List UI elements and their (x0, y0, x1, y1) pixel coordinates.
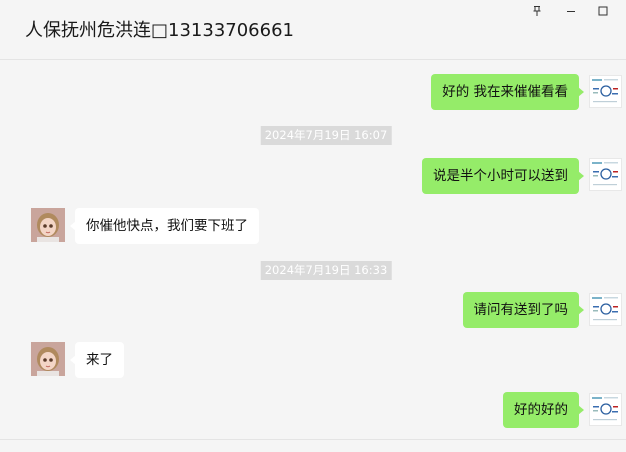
my-avatar[interactable] (589, 75, 622, 108)
minimize-icon[interactable] (560, 3, 582, 19)
my-message-bubble[interactable]: 好的好的 (503, 392, 584, 428)
pin-icon[interactable] (526, 3, 548, 19)
qr-logo-icon (592, 162, 618, 186)
title-bar: 人保抚州危洪连□13133706661 (0, 0, 626, 60)
my-message-bubble[interactable]: 请问有送到了吗 (462, 292, 584, 328)
contact-message-bubble[interactable]: 你催他快点，我们要下班了 (70, 208, 259, 244)
cartoon-girl-avatar-icon (31, 342, 65, 376)
my-message-bubble[interactable]: 好的 我在来催催看看 (431, 74, 584, 110)
input-area-divider (0, 439, 626, 440)
contact-message-bubble[interactable]: 来了 (70, 342, 124, 378)
qr-logo-icon (592, 79, 618, 103)
qr-logo-icon (592, 297, 618, 321)
qr-logo-icon (592, 397, 618, 421)
timestamp: 2024年7月19日 16:07 (260, 126, 392, 145)
my-message-bubble[interactable]: 说是半个小时可以送到 (422, 158, 584, 194)
chat-title: 人保抚州危洪连□13133706661 (25, 20, 294, 41)
contact-avatar[interactable] (31, 342, 65, 376)
message-list[interactable]: 好的 我在来催催看看 2024年7月19日 16:07 说是半个小时可以送到 你… (0, 60, 626, 440)
maximize-icon[interactable] (592, 3, 614, 19)
my-avatar[interactable] (589, 158, 622, 191)
contact-avatar[interactable] (31, 208, 65, 242)
timestamp: 2024年7月19日 16:33 (260, 261, 392, 280)
my-avatar[interactable] (589, 393, 622, 426)
cartoon-girl-avatar-icon (31, 208, 65, 242)
my-avatar[interactable] (589, 293, 622, 326)
